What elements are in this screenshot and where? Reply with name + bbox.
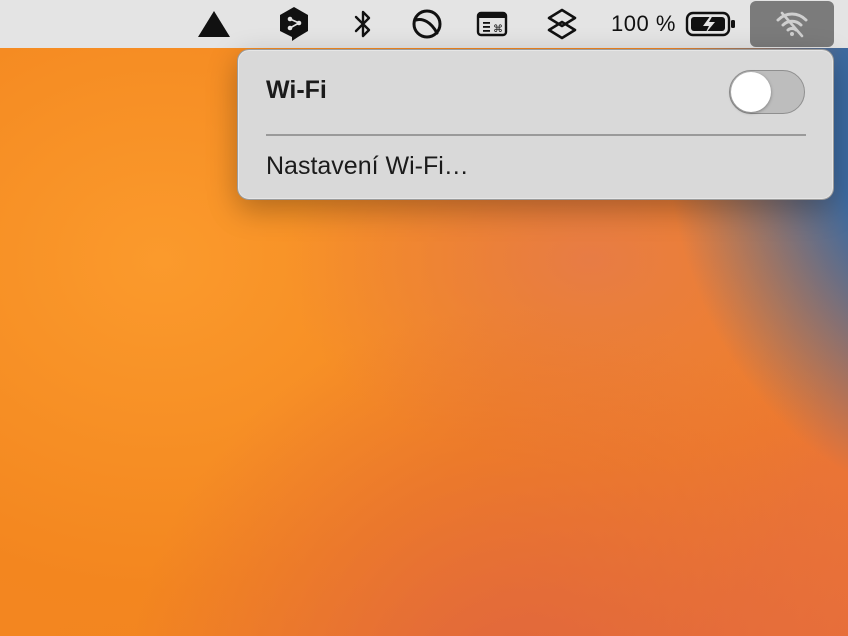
svg-text:⌘: ⌘	[493, 24, 503, 35]
wifi-settings-menu-item[interactable]: Nastavení Wi-Fi…	[266, 152, 469, 181]
wifi-off-icon[interactable]	[750, 1, 834, 47]
battery-percentage: 100 %	[611, 11, 676, 36]
battery-charging-icon[interactable]	[685, 0, 737, 48]
keyboard-window-icon[interactable]: ⌘	[475, 0, 509, 48]
wifi-toggle[interactable]	[729, 70, 805, 114]
wifi-toggle-knob	[731, 72, 771, 112]
menu-divider	[266, 134, 806, 136]
wifi-dropdown-menu: Wi-Fi Nastavení Wi-Fi…	[237, 49, 834, 200]
deepl-icon[interactable]	[276, 0, 312, 48]
triangle-app-icon[interactable]	[196, 0, 232, 48]
layers-stack-icon[interactable]	[544, 0, 580, 48]
circle-slash-app-icon[interactable]	[410, 0, 444, 48]
bluetooth-icon[interactable]	[348, 0, 378, 48]
wifi-menu-title: Wi-Fi	[266, 76, 327, 104]
menu-bar: ⌘ 100 %	[0, 0, 848, 48]
